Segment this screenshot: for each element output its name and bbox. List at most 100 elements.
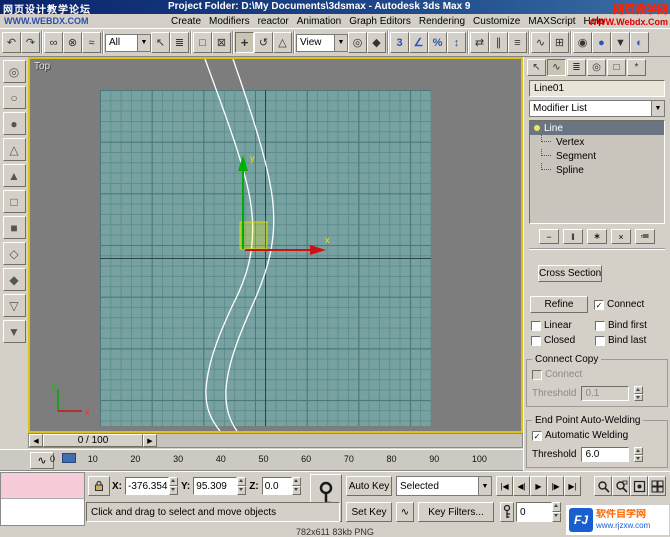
- menu-item[interactable]: Graph Editors: [345, 16, 415, 27]
- y-coordinate-field[interactable]: 95.309: [193, 477, 238, 495]
- use-pivot-center-icon[interactable]: ◎: [348, 32, 367, 53]
- go-to-start-button[interactable]: |◀: [496, 476, 513, 496]
- object-tool-icon[interactable]: ■: [2, 216, 26, 239]
- menu-item[interactable]: Create: [167, 16, 205, 27]
- key-filters-button[interactable]: Key Filters...: [418, 502, 494, 522]
- previous-frame-button[interactable]: ◀|: [513, 476, 530, 496]
- checkbox-box[interactable]: ✓: [594, 299, 604, 310]
- select-and-rotate-icon[interactable]: ↺: [254, 32, 273, 53]
- object-tool-icon[interactable]: □: [2, 190, 26, 213]
- menu-item[interactable]: reactor: [254, 16, 293, 27]
- selection-filter-dropdown[interactable]: All ▼: [105, 33, 151, 52]
- spinner-arrows[interactable]: [169, 477, 178, 495]
- schematic-view-icon[interactable]: ⊞: [550, 32, 569, 53]
- object-tool-icon[interactable]: ▼: [2, 320, 26, 343]
- spinner-arrows[interactable]: [291, 477, 301, 495]
- z-coordinate-field[interactable]: 0.0: [261, 477, 292, 495]
- time-slider-right-arrow[interactable]: ▶: [143, 434, 157, 447]
- checkbox-box[interactable]: ✓: [532, 430, 542, 441]
- tab-utilities-icon[interactable]: *: [627, 58, 646, 76]
- stack-item-segment[interactable]: Segment: [530, 149, 664, 163]
- chevron-down-icon[interactable]: ▼: [137, 34, 150, 51]
- stack-item-spline[interactable]: Spline: [530, 163, 664, 177]
- menu-item[interactable]: MAXScript: [524, 16, 579, 27]
- stack-item-line[interactable]: Line: [530, 121, 664, 135]
- window-crossing-icon[interactable]: ⊠: [212, 32, 231, 53]
- select-and-move-icon[interactable]: +: [235, 32, 254, 53]
- closed-checkbox[interactable]: Closed: [531, 335, 593, 346]
- macro-recorder-line[interactable]: [1, 473, 84, 499]
- zoom-icon[interactable]: [594, 476, 612, 496]
- zoom-extents-all-icon[interactable]: [648, 476, 666, 496]
- redo-icon[interactable]: ↷: [21, 32, 40, 53]
- key-selection-dropdown[interactable]: Selected ▼: [396, 476, 492, 496]
- time-slider-left-arrow[interactable]: ◀: [29, 434, 43, 447]
- bind-first-checkbox[interactable]: Bind first: [595, 320, 670, 331]
- object-tool-icon[interactable]: ◆: [2, 268, 26, 291]
- angle-snap-icon[interactable]: ∠: [409, 32, 428, 53]
- curve-editor-icon[interactable]: ∿: [531, 32, 550, 53]
- remove-modifier-icon[interactable]: ×: [611, 229, 631, 244]
- connect-checkbox[interactable]: ✓ Connect: [594, 299, 644, 310]
- object-tool-icon[interactable]: ◇: [2, 242, 26, 265]
- quick-render-icon[interactable]: ◐: [630, 32, 649, 53]
- maxscript-mini-listener[interactable]: [0, 472, 85, 526]
- align-icon[interactable]: ∥: [489, 32, 508, 53]
- object-tool-icon[interactable]: ○: [2, 86, 26, 109]
- set-key-button[interactable]: Set Key: [346, 502, 392, 522]
- gizmo-plane-handle[interactable]: [239, 221, 268, 250]
- render-type-icon[interactable]: ▼: [611, 32, 630, 53]
- viewport-label[interactable]: Top: [34, 61, 50, 72]
- linear-checkbox[interactable]: Linear: [531, 320, 593, 331]
- cross-section-button[interactable]: Cross Section: [538, 265, 603, 282]
- object-tool-icon[interactable]: ▽: [2, 294, 26, 317]
- checkbox-box[interactable]: [532, 369, 542, 380]
- configure-modifier-sets-icon[interactable]: ≔: [635, 229, 655, 244]
- default-tangent-icon[interactable]: ∿: [396, 502, 414, 522]
- select-by-name-icon[interactable]: ≣: [170, 32, 189, 53]
- checkbox-box[interactable]: [595, 320, 605, 331]
- material-editor-icon[interactable]: ◉: [573, 32, 592, 53]
- tab-motion-icon[interactable]: ◎: [587, 58, 606, 76]
- spinner-arrows[interactable]: [634, 447, 644, 462]
- reference-coordinate-dropdown[interactable]: View ▼: [296, 33, 348, 52]
- spinner-arrows[interactable]: [552, 502, 561, 522]
- frame-indicator[interactable]: [62, 453, 76, 463]
- menu-item[interactable]: Rendering: [415, 16, 469, 27]
- checkbox-box[interactable]: [595, 335, 605, 346]
- site-logo[interactable]: FJ 软件自学网 www.rjzxw.com: [565, 504, 670, 536]
- select-and-manipulate-icon[interactable]: ◆: [367, 32, 386, 53]
- spinner-arrows[interactable]: [634, 386, 644, 401]
- stack-item-vertex[interactable]: Vertex: [530, 135, 664, 149]
- unlink-selection-icon[interactable]: ⊗: [63, 32, 82, 53]
- show-end-result-icon[interactable]: ‖: [563, 229, 583, 244]
- zoom-extents-icon[interactable]: [630, 476, 648, 496]
- mirror-icon[interactable]: ⇄: [470, 32, 489, 53]
- modifier-list-dropdown[interactable]: Modifier List ▼: [529, 100, 665, 117]
- render-scene-icon[interactable]: ●: [592, 32, 611, 53]
- go-to-end-button[interactable]: ▶|: [564, 476, 581, 496]
- object-tool-icon[interactable]: ◎: [2, 60, 26, 83]
- menu-item[interactable]: Modifiers: [205, 16, 254, 27]
- key-mode-toggle-icon[interactable]: [500, 502, 514, 522]
- zoom-all-icon[interactable]: [612, 476, 630, 496]
- percent-snap-icon[interactable]: %: [428, 32, 447, 53]
- connect-copy-checkbox[interactable]: Connect: [532, 369, 662, 380]
- bind-last-checkbox[interactable]: Bind last: [595, 335, 670, 346]
- select-and-link-icon[interactable]: ∞: [44, 32, 63, 53]
- x-coordinate-field[interactable]: -376.354: [125, 477, 169, 495]
- spinner-arrows[interactable]: [237, 477, 247, 495]
- time-slider-thumb[interactable]: 0 / 100: [43, 434, 143, 447]
- menu-item[interactable]: Animation: [293, 16, 345, 27]
- pin-stack-icon[interactable]: −: [539, 229, 559, 244]
- layer-manager-icon[interactable]: ≡: [508, 32, 527, 53]
- weld-threshold-field[interactable]: 6.0: [581, 447, 630, 462]
- object-tool-icon[interactable]: △: [2, 138, 26, 161]
- next-frame-button[interactable]: |▶: [547, 476, 564, 496]
- connect-copy-threshold-field[interactable]: 0.1: [581, 386, 630, 401]
- checkbox-box[interactable]: [531, 335, 541, 346]
- time-slider-track[interactable]: [157, 434, 522, 447]
- checkbox-box[interactable]: [531, 320, 541, 331]
- menu-item[interactable]: Customize: [469, 16, 524, 27]
- selection-lock-icon[interactable]: [88, 476, 110, 496]
